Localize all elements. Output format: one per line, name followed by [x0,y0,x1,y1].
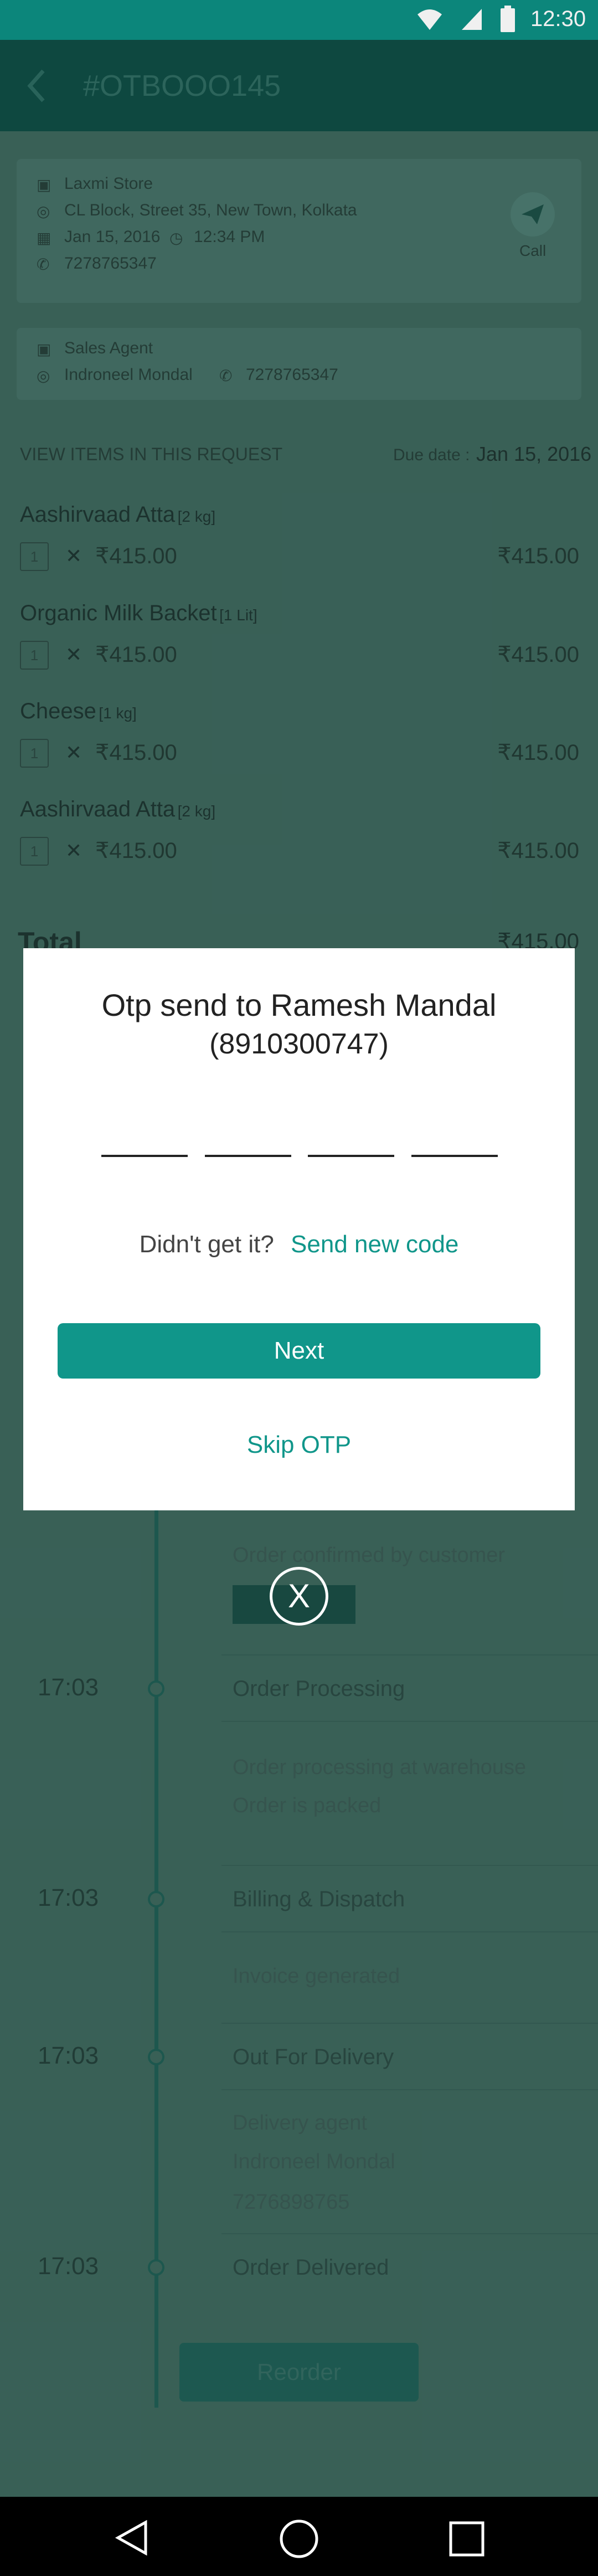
otp-phone: (8910300747) [209,1028,389,1060]
skip-otp-link[interactable]: Skip OTP [23,1431,575,1459]
otp-digit-1[interactable] [101,1155,188,1157]
recents-nav-icon[interactable] [449,2521,484,2557]
resend-row: Didn't get it? Send new code [23,1231,575,1258]
send-new-code-link[interactable]: Send new code [291,1231,458,1258]
otp-title: Otp send to Ramesh Mandal [101,988,497,1022]
otp-dialog: Otp send to Ramesh Mandal (8910300747) D… [23,948,575,1510]
resend-prompt: Didn't get it? [139,1231,274,1258]
otp-digit-2[interactable] [205,1155,291,1157]
back-nav-icon[interactable] [115,2520,148,2556]
home-nav-icon[interactable] [279,2519,319,2559]
next-button[interactable]: Next [58,1323,540,1379]
navigation-bar [0,2497,598,2576]
otp-digit-3[interactable] [308,1155,394,1157]
close-button[interactable]: X [270,1567,328,1626]
otp-digit-4[interactable] [411,1155,498,1157]
